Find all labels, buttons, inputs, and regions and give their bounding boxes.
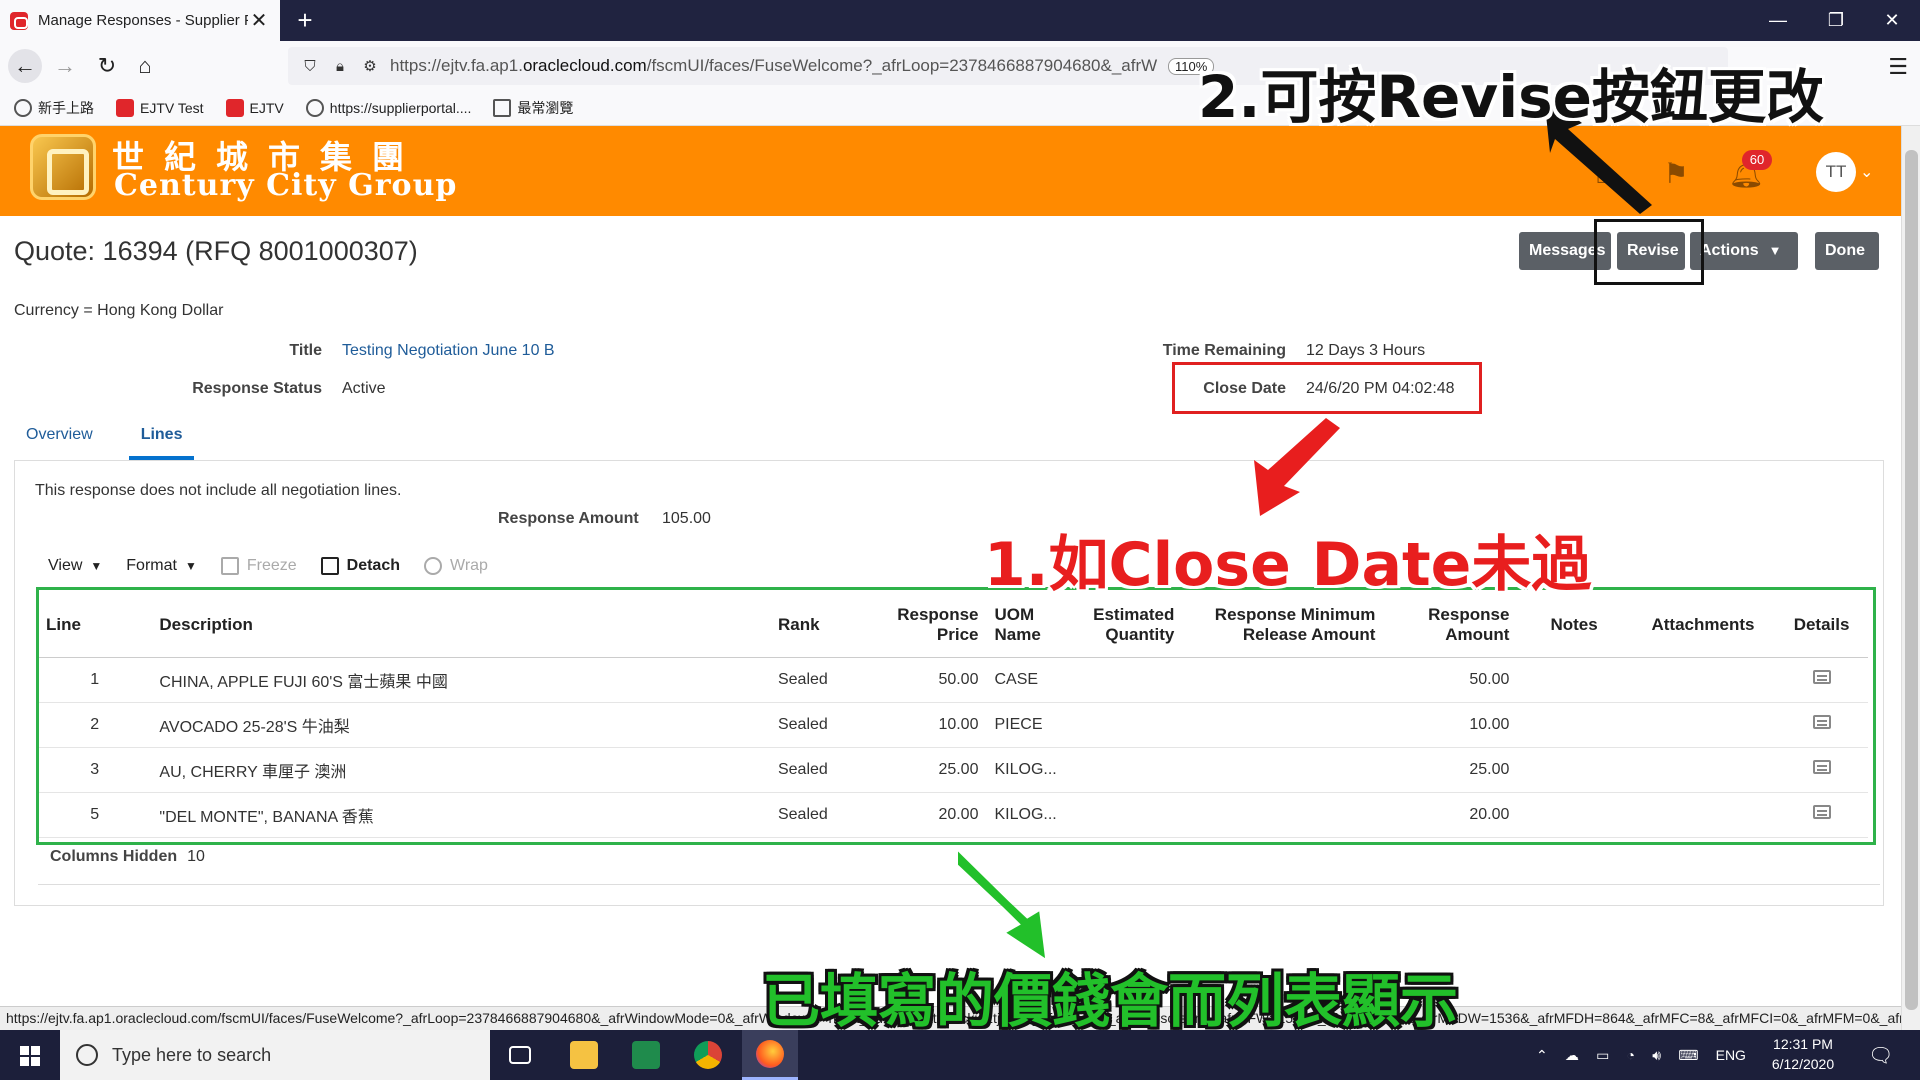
shield-icon: ⛉ [304, 57, 316, 75]
url-text: https://ejtv.fa.ap1.oraclecloud.com/fscm… [390, 56, 1158, 75]
app-header: 世紀城市集團 Century City Group ⌂ ⚑ 🔔︎ 60 TT ⌄ [0, 126, 1901, 216]
search-icon [76, 1044, 98, 1066]
tray-chevron-up-icon[interactable]: ⌃ [1536, 1047, 1548, 1064]
gear-icon [493, 99, 512, 117]
format-menu[interactable]: Format ▼ [126, 557, 197, 575]
firefox-icon[interactable] [742, 1030, 798, 1080]
done-button[interactable]: Done [1815, 232, 1879, 270]
close-tab-icon[interactable]: ✕ [248, 8, 270, 33]
file-explorer-icon[interactable] [556, 1030, 612, 1080]
browser-tab-bar: Manage Responses - Supplier P ✕ + — ❐ ✕ [0, 0, 1920, 41]
notification-count-badge: 60 [1742, 150, 1772, 170]
actions-button[interactable]: Actions ▼ [1690, 232, 1798, 270]
system-tray: ⌃ ☁ ▭ ◔ 🔊︎ ⌨ ENG [1536, 1030, 1746, 1080]
new-tab-button[interactable]: + [290, 6, 320, 36]
action-center-icon[interactable]: 🗨︎ [1868, 1030, 1898, 1080]
forward-arrow-icon[interactable]: → [48, 49, 82, 83]
home-icon[interactable]: ⌂ [128, 49, 162, 83]
tab-overview[interactable]: Overview [14, 420, 105, 460]
page-title: Quote: 16394 (RFQ 8001000307) [14, 236, 418, 266]
chevron-down-icon[interactable]: ⌄ [1860, 162, 1873, 182]
company-logo-icon [30, 134, 96, 200]
keyboard-icon[interactable]: ⌨ [1678, 1047, 1698, 1064]
battery-icon[interactable]: ▭ [1596, 1047, 1609, 1064]
home-icon[interactable]: ⌂ [1586, 156, 1622, 192]
bookmark-item[interactable]: 新手上路 [14, 98, 94, 118]
detach-icon [320, 557, 339, 575]
response-amount-label: Response Amount [498, 510, 639, 527]
time-remaining-value: 12 Days 3 Hours [1306, 342, 1426, 359]
columns-hidden: Columns Hidden 10 [50, 848, 205, 865]
caret-down-icon: ▼ [90, 559, 103, 573]
language-indicator[interactable]: ENG [1716, 1047, 1746, 1063]
view-menu[interactable]: View ▼ [48, 557, 102, 575]
revise-highlight-box [1594, 219, 1704, 285]
logo-english-text: Century City Group [114, 168, 458, 203]
lock-icon: 🔒︎ [336, 57, 344, 75]
bookmark-item[interactable]: https://supplierportal.... [305, 99, 471, 117]
volume-icon[interactable]: 🔊︎ [1652, 1047, 1661, 1064]
permissions-icon: ⚙ [363, 58, 377, 75]
annotation-price-list-hint: 已填寫的價錢會而列表顯示 [762, 967, 1459, 1035]
scrollbar-thumb[interactable] [1905, 150, 1918, 1010]
reload-icon[interactable]: ↻ [90, 49, 124, 83]
windows-taskbar: Type here to search ⌃ ☁ ▭ ◔ 🔊︎ ⌨ ENG 12:… [0, 1030, 1920, 1080]
time-remaining-label: Time Remaining [1162, 342, 1286, 359]
flag-icon[interactable]: ⚑ [1658, 156, 1694, 192]
annotation-close-date-hint: 1.如Close Date未過 [984, 530, 1592, 600]
globe-icon [14, 99, 32, 117]
minimize-icon[interactable]: — [1748, 0, 1808, 41]
taskbar-clock[interactable]: 12:31 PM 6/12/2020 [1758, 1034, 1848, 1074]
restore-icon[interactable]: ❐ [1806, 0, 1866, 41]
divider [38, 884, 1880, 885]
oracle-icon [116, 99, 134, 117]
response-status-value: Active [342, 380, 386, 397]
hamburger-menu-icon[interactable]: ☰ [1888, 54, 1908, 80]
bookmark-item[interactable]: EJTV [225, 99, 284, 117]
caret-down-icon: ▼ [184, 559, 197, 573]
close-date-highlight-box [1172, 362, 1482, 414]
taskbar-search[interactable]: Type here to search [60, 1030, 490, 1080]
windows-start-icon[interactable] [0, 1030, 60, 1080]
title-value-link[interactable]: Testing Negotiation June 10 B [342, 342, 555, 360]
caret-down-icon: ▼ [1768, 243, 1782, 258]
page-tabs: Overview Lines [14, 420, 218, 460]
bookmark-item[interactable]: 最常瀏覽 [493, 98, 573, 118]
window-close-icon[interactable]: ✕ [1862, 0, 1920, 41]
back-arrow-icon[interactable]: ← [8, 49, 42, 83]
annotation-revise-hint: 2.可按Revise按鈕更改 [1198, 63, 1824, 131]
bookmark-item[interactable]: EJTV Test [116, 99, 204, 117]
freeze-button[interactable]: Freeze [220, 557, 297, 575]
excel-icon[interactable] [618, 1030, 674, 1080]
task-view-icon[interactable] [492, 1030, 548, 1080]
tab-lines[interactable]: Lines [128, 420, 195, 460]
title-label: Title [289, 342, 322, 359]
table-toolbar: View ▼ Format ▼ Freeze Detach Wrap [48, 557, 512, 575]
onedrive-icon[interactable]: ☁ [1565, 1047, 1579, 1064]
tab-title: Manage Responses - Supplier P [38, 12, 248, 29]
lines-note: This response does not include all negot… [35, 482, 402, 499]
wrap-button[interactable]: Wrap [424, 557, 488, 575]
response-status-label: Response Status [192, 380, 322, 397]
oracle-favicon-icon [10, 11, 28, 30]
oracle-icon [225, 99, 244, 117]
wifi-icon[interactable]: ◔ [1627, 1047, 1635, 1063]
response-amount-value: 105.00 [662, 510, 711, 527]
wrap-icon [424, 557, 442, 575]
browser-tab[interactable]: Manage Responses - Supplier P ✕ [0, 0, 280, 41]
freeze-icon [220, 557, 239, 575]
currency-text: Currency = Hong Kong Dollar [14, 302, 224, 319]
globe-icon [305, 99, 324, 117]
table-highlight-box [36, 587, 1876, 845]
user-avatar[interactable]: TT [1816, 152, 1856, 192]
chrome-icon[interactable] [680, 1030, 736, 1080]
detach-button[interactable]: Detach [320, 557, 400, 575]
vertical-scrollbar[interactable] [1901, 126, 1920, 1030]
